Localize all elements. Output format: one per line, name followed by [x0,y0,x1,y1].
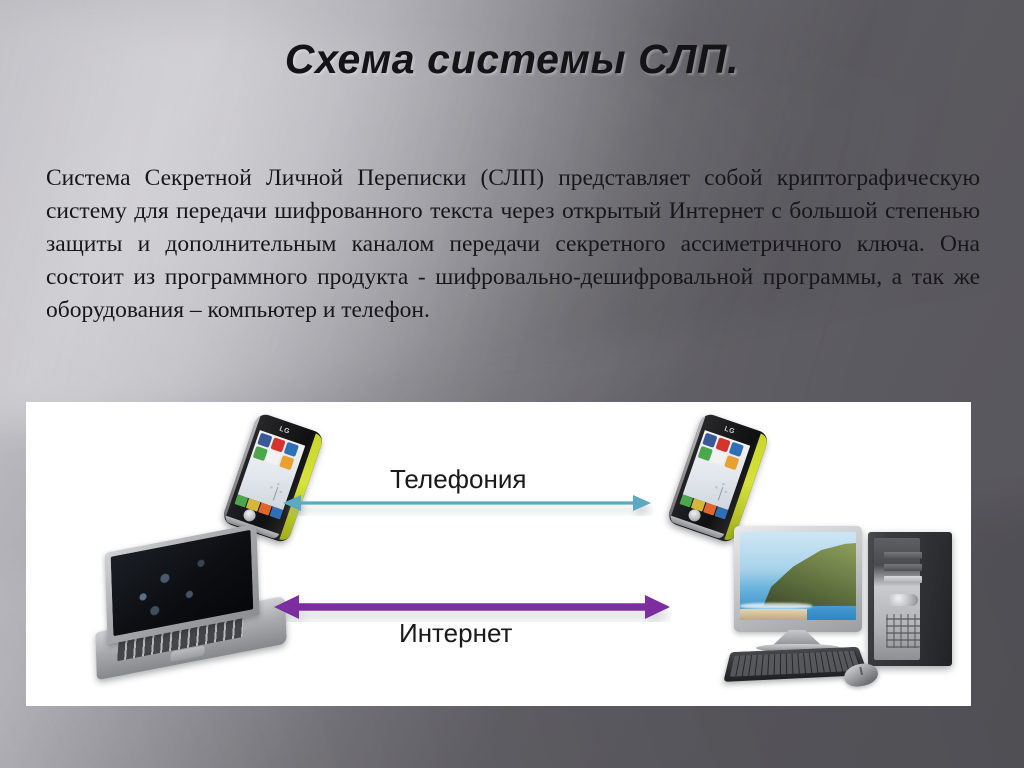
tower-drive-bay [884,576,922,583]
device-phone-right: LG [666,411,770,545]
phone-app-icon [724,455,740,471]
device-phone-left: LG [221,411,325,545]
tower-vent-grille [886,614,920,648]
tower-power-panel [888,594,918,606]
wallpaper-beach [740,608,808,620]
internet-label: Интернет [399,618,513,648]
tower-drive-bay [884,564,922,571]
keyboard-keys [729,650,862,677]
monitor-screen [740,532,856,620]
device-desktop-computer [723,522,961,694]
telephony-label: Телефония [390,464,527,494]
phone-app-grid [697,432,744,471]
monitor [734,526,862,632]
tower-front-panel [874,538,922,660]
phone-wallpaper-tree [707,471,737,504]
slide: Схема системы СЛП. Система Секретной Лич… [0,0,1024,768]
phone-app-grid [252,432,299,471]
phone-body: LG [221,411,325,545]
wallpaper-cliff [763,542,856,606]
tower-drive-bay [884,552,922,559]
computer-tower [868,532,952,666]
slide-title: Схема системы СЛП. [284,36,740,82]
diagram-panel: LG LG Телефония Интернет [26,402,971,706]
slide-body-text: Система Секретной Личной Переписки (СЛП)… [46,165,980,323]
phone-app-icon [279,455,295,471]
phone-dock-icon [714,506,729,520]
phone-app-icon [283,441,299,458]
smartphone-illustration: LG [221,411,325,545]
phone-app-icon [728,441,744,458]
laptop-screen [110,529,254,637]
device-laptop [95,523,287,681]
